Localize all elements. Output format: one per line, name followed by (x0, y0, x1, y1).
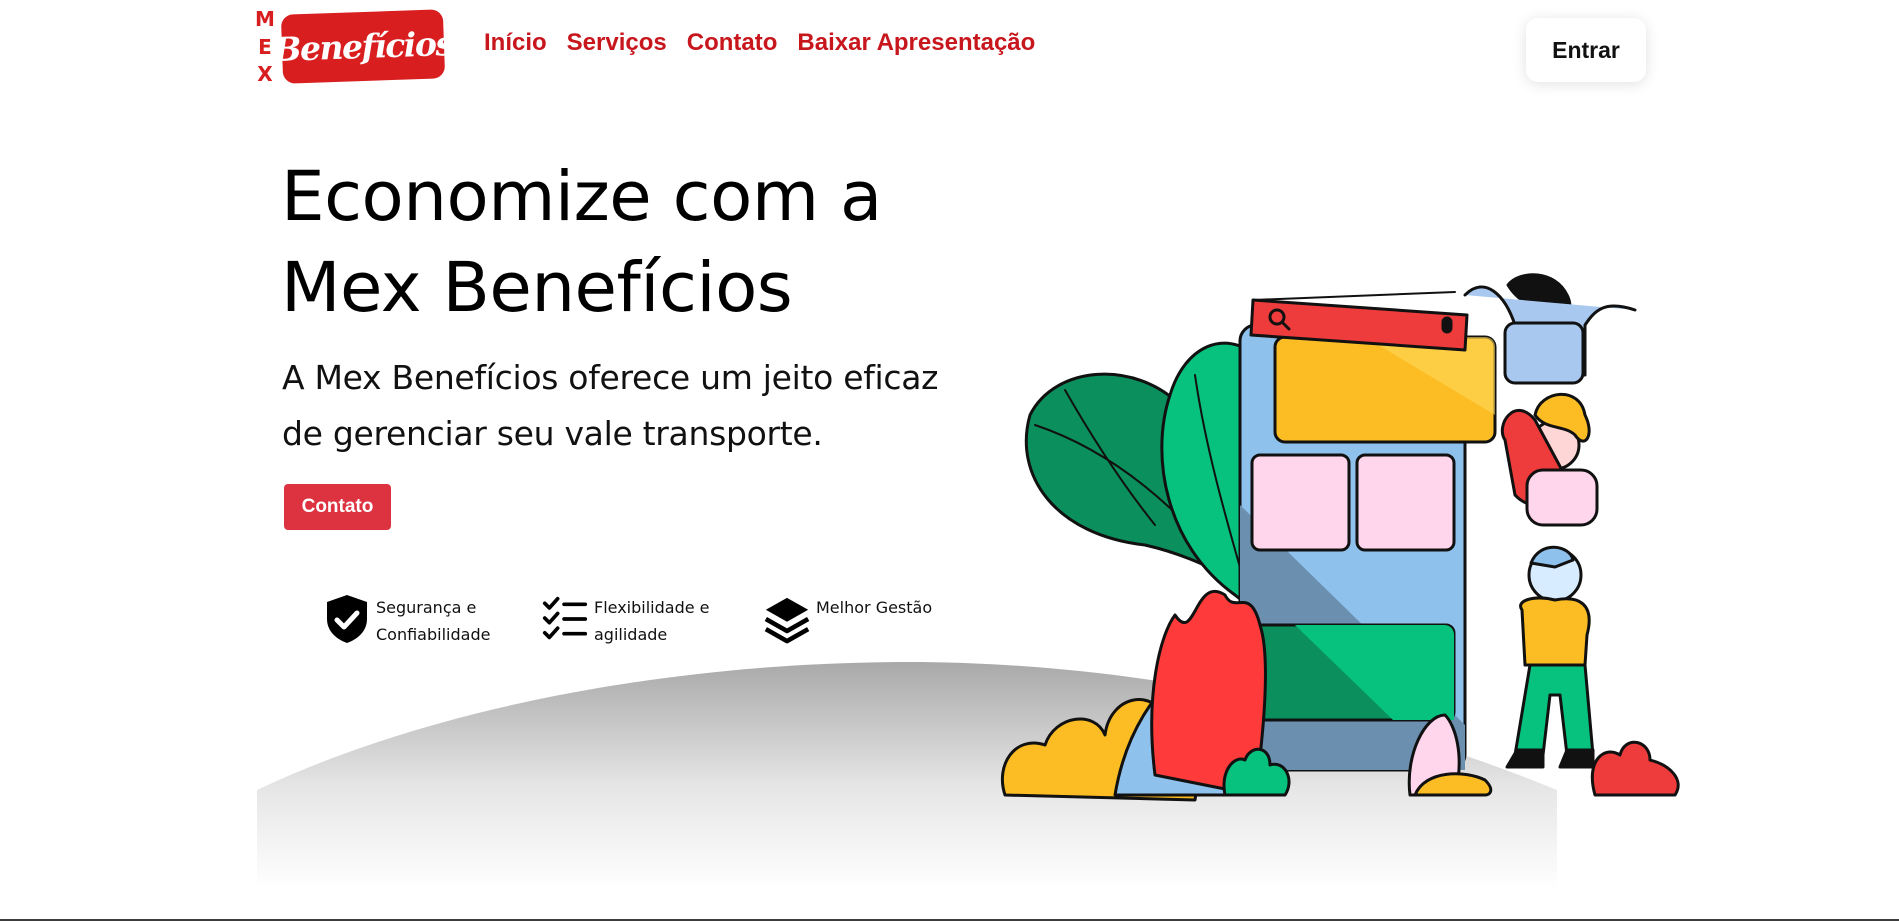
card-pink (1250, 453, 1351, 552)
main-nav: Início Serviços Contato Baixar Apresenta… (484, 29, 1035, 57)
feature-label: Segurança e Confiabilidade (376, 598, 491, 644)
contact-cta-button[interactable]: Contato (284, 484, 391, 530)
layers-icon (764, 597, 810, 644)
logo-letter: M (255, 7, 275, 31)
person-shirt-pink (1525, 468, 1599, 527)
feature-label: Melhor Gestão (816, 598, 933, 617)
logo-letter: X (257, 62, 273, 86)
hero-subtitle: A Mex Benefícios oferece um jeito eficaz… (282, 358, 939, 453)
logo-wordmark: Benefícios (273, 9, 453, 84)
feature-label: Flexibilidade e agilidade (594, 598, 710, 644)
nav-link-baixar-apresentacao[interactable]: Baixar Apresentação (797, 29, 1035, 57)
login-button[interactable]: Entrar (1526, 18, 1646, 82)
nav-link-contato[interactable]: Contato (687, 29, 778, 57)
logo-letter: E (258, 34, 272, 59)
hero-illustration (1000, 273, 1680, 802)
card-pink (1355, 453, 1456, 552)
mex-beneficios-logo[interactable]: M E X Benefícios (255, 7, 453, 86)
nav-link-servicos[interactable]: Serviços (567, 29, 667, 57)
person-shirt-yellow (1519, 596, 1591, 667)
nav-link-inicio[interactable]: Início (484, 29, 547, 57)
person-pants-green (1513, 663, 1595, 757)
feature-flexibility: Flexibilidade e agilidade (542, 593, 714, 648)
checklist-icon (542, 596, 588, 640)
plant-red-right (1590, 740, 1680, 797)
logo-letters: M E X (255, 7, 275, 86)
feature-management: Melhor Gestão (764, 593, 936, 645)
feature-security: Segurança e Confiabilidade (324, 593, 496, 648)
hero-title: Economize com a Mex Benefícios (281, 157, 882, 328)
microphone-icon (1441, 316, 1453, 334)
person-shirt-blue (1503, 321, 1585, 385)
shield-check-icon (327, 595, 367, 643)
